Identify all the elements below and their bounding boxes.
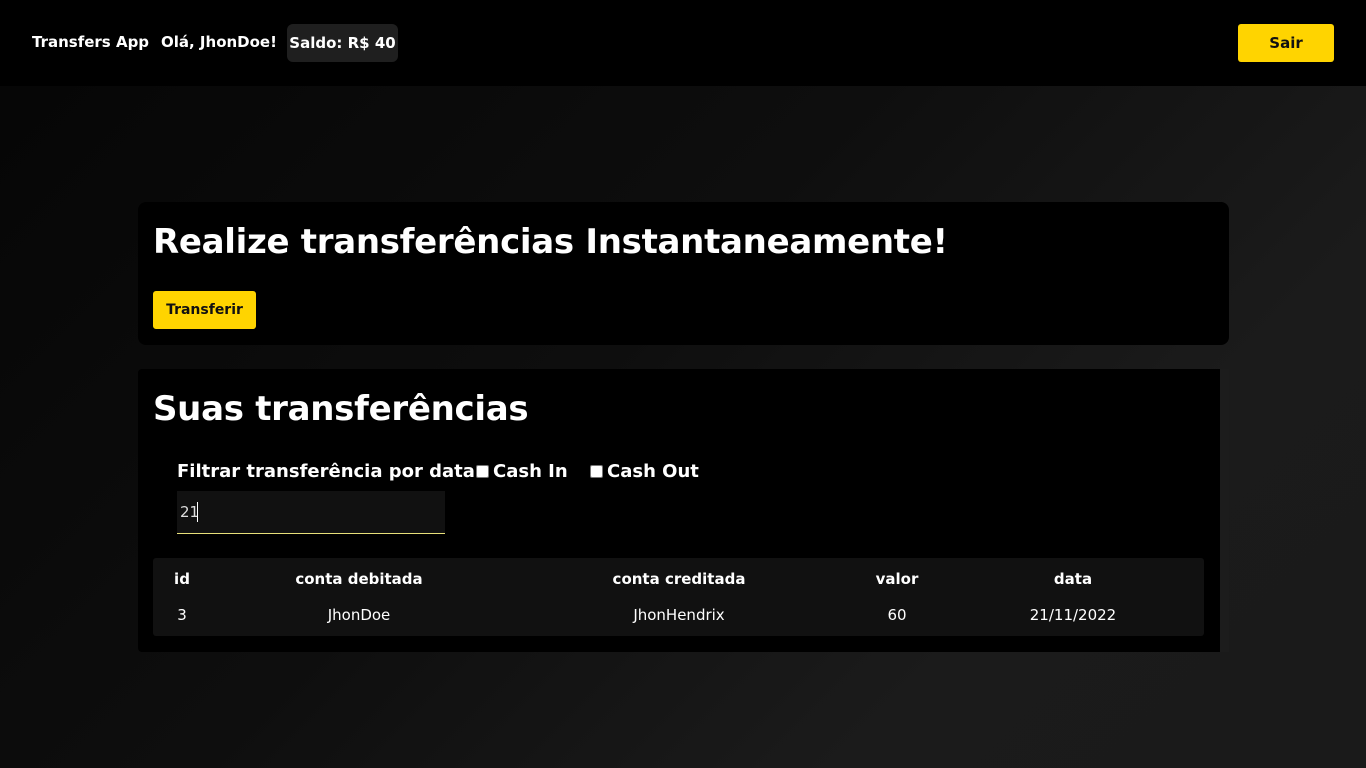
cash-in-label: Cash In [493,461,568,482]
column-header-date: data [1053,570,1093,588]
logout-button[interactable]: Sair [1238,24,1334,62]
hero-title: Realize transferências Instantaneamente! [153,222,948,262]
cell-credited: JhonHendrix [633,606,725,624]
cell-debited: JhonDoe [327,606,391,624]
text-caret [197,502,198,522]
top-navbar: Transfers App Olá, JhonDoe! Saldo: R$ 40… [0,0,1366,86]
cash-out-checkbox[interactable] [590,465,603,478]
cash-in-checkbox[interactable] [476,465,489,478]
hero-card: Realize transferências Instantaneamente!… [138,202,1229,345]
cell-value: 60 [887,606,907,624]
transfers-card: Suas transferências Filtrar transferênci… [138,369,1229,652]
transfers-table: id conta debitada conta creditada valor … [153,558,1204,636]
scrollbar[interactable] [1220,369,1229,652]
cash-out-label: Cash Out [607,461,699,482]
column-header-value: valor [875,570,919,588]
cell-id: 3 [177,606,187,624]
transfers-title: Suas transferências [153,389,529,429]
column-header-credited: conta creditada [612,570,746,588]
cash-in-filter[interactable]: Cash In [476,461,568,482]
balance-badge: Saldo: R$ 40 [287,24,398,62]
cash-out-filter[interactable]: Cash Out [590,461,699,482]
date-filter-label: Filtrar transferência por data [177,461,475,482]
column-header-id: id [174,570,190,588]
app-brand[interactable]: Transfers App [32,33,149,51]
user-greeting: Olá, JhonDoe! [161,33,277,51]
date-filter-input[interactable] [177,491,445,534]
column-header-debited: conta debitada [295,570,423,588]
transfer-button[interactable]: Transferir [153,291,256,329]
cell-date: 21/11/2022 [1029,606,1117,624]
